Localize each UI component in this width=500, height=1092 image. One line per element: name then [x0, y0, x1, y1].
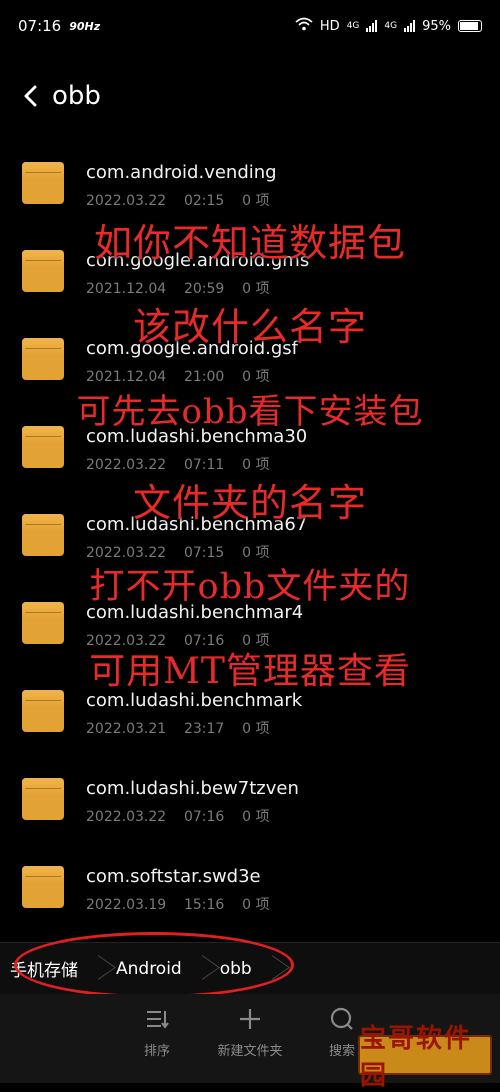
- overlay-text: 文件夹的名字: [132, 481, 367, 525]
- chevron-left-icon: [24, 85, 37, 107]
- plus-icon: [205, 1002, 295, 1036]
- overlay-text: 打不开obb文件夹的: [89, 567, 411, 607]
- overlay-text: 可先去obb看下安装包: [76, 392, 424, 432]
- overlay-text: 该改什么名字: [132, 305, 367, 349]
- folder-meta: 2022.03.22 02:15 0 项: [86, 193, 270, 209]
- folder-icon: [22, 162, 64, 204]
- folder-name: com.android.vending: [86, 162, 277, 183]
- battery-icon: [458, 20, 482, 32]
- back-button[interactable]: [16, 81, 46, 111]
- folder-meta: 2022.03.22 07:11 0 项: [86, 457, 270, 473]
- folder-icon: [22, 778, 64, 820]
- highlight-ellipse: [14, 932, 294, 998]
- signal-label-1: 4G: [346, 21, 360, 31]
- folder-name: com.ludashi.bew7tzven: [86, 778, 299, 799]
- folder-meta: 2022.03.22 07:16 0 项: [86, 809, 270, 825]
- header: obb: [0, 70, 500, 122]
- status-bar: 07:16 90Hz HD 4G 4G 95%: [0, 0, 500, 52]
- signal-icon-2: [404, 20, 416, 32]
- page-title: obb: [52, 81, 101, 111]
- folder-meta: 2021.12.04 20:59 0 项: [86, 281, 270, 297]
- sort-label: 排序: [143, 1044, 170, 1059]
- folder-row[interactable]: com.ludashi.bew7tzven 2022.03.22 07:16 0…: [0, 766, 500, 854]
- status-time: 07:16: [18, 17, 62, 35]
- battery-percent: 95%: [422, 18, 451, 34]
- refresh-rate: 90Hz: [69, 19, 101, 33]
- folder-list: com.android.vending 2022.03.22 02:15 0 项…: [0, 150, 500, 942]
- sort-icon: [112, 1002, 202, 1036]
- overlay-text: 如你不知道数据包: [93, 221, 406, 265]
- folder-icon: [22, 690, 64, 732]
- new-folder-label: 新建文件夹: [217, 1044, 283, 1059]
- signal-icon: [366, 20, 378, 32]
- folder-meta: 2022.03.21 23:17 0 项: [86, 721, 270, 737]
- watermark-logo: 宝哥软件园: [358, 1024, 492, 1091]
- overlay-text: 可用MT管理器查看: [89, 651, 411, 692]
- folder-row[interactable]: com.softstar.swd3e 2022.03.19 15:16 0 项: [0, 854, 500, 942]
- folder-meta: 2021.12.04 21:00 0 项: [86, 369, 270, 385]
- folder-icon: [22, 866, 64, 908]
- signal-label-2: 4G: [384, 21, 398, 31]
- new-folder-button[interactable]: 新建文件夹: [205, 1002, 295, 1059]
- wifi-icon: [295, 17, 313, 35]
- sort-button[interactable]: 排序: [112, 1002, 202, 1059]
- folder-meta: 2022.03.19 15:16 0 项: [86, 897, 270, 913]
- folder-name: com.softstar.swd3e: [86, 866, 261, 887]
- network-label: HD: [319, 18, 340, 34]
